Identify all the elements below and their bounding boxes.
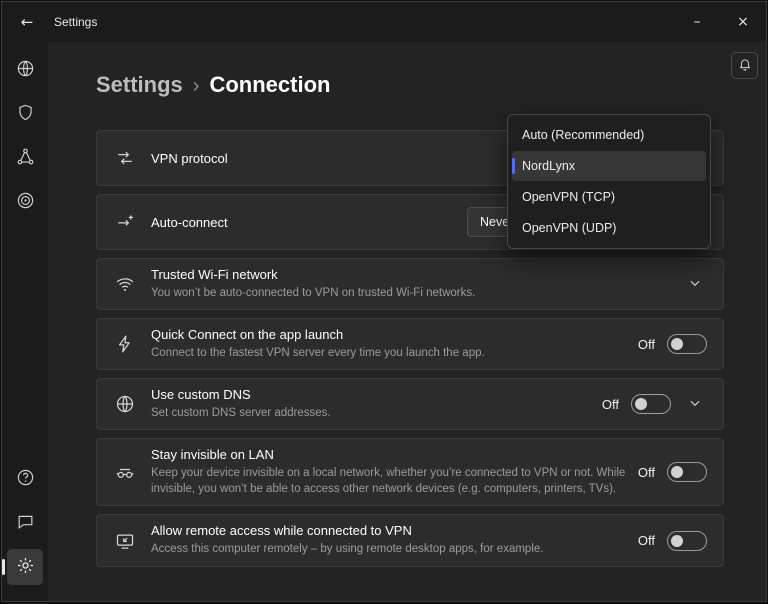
expand-custom-dns-button[interactable] [683, 392, 707, 416]
sidebar-item-threat-protection[interactable] [7, 96, 43, 132]
row-description: Connect to the fastest VPN server every … [151, 345, 626, 361]
dropdown-option-auto[interactable]: Auto (Recommended) [512, 120, 706, 150]
toggle-state-label: Off [638, 533, 655, 548]
breadcrumb-settings[interactable]: Settings [96, 72, 183, 98]
gear-icon [16, 556, 35, 578]
globe-icon [16, 59, 35, 81]
row-controls [683, 272, 707, 296]
row-controls: Off [638, 531, 707, 551]
sidebar-item-help[interactable] [7, 461, 43, 497]
row-title: Stay invisible on LAN [151, 447, 626, 462]
breadcrumb-separator-icon: › [193, 75, 200, 98]
custom-dns-toggle[interactable] [631, 394, 671, 414]
sidebar-item-dark-web-monitor[interactable] [7, 184, 43, 220]
minimize-button[interactable]: – [674, 2, 720, 42]
toggle-state-label: Off [638, 337, 655, 352]
page-title: Connection [209, 72, 330, 98]
row-title: Trusted Wi-Fi network [151, 267, 671, 282]
chevron-down-icon [688, 276, 702, 293]
toggle-state-label: Off [638, 465, 655, 480]
dropdown-option-nordlynx[interactable]: NordLynx [512, 151, 706, 181]
row-text: Allow remote access while connected to V… [151, 523, 638, 557]
sidebar-item-vpn[interactable] [7, 52, 43, 88]
row-text: Use custom DNS Set custom DNS server add… [151, 387, 602, 421]
row-title: Quick Connect on the app launch [151, 327, 626, 342]
row-remote-access: Allow remote access while connected to V… [96, 514, 724, 566]
row-trusted-wifi: Trusted Wi-Fi network You won’t be auto-… [96, 258, 724, 310]
row-custom-dns: Use custom DNS Set custom DNS server add… [96, 378, 724, 430]
row-text: Trusted Wi-Fi network You won’t be auto-… [151, 267, 683, 301]
chevron-down-icon [688, 396, 702, 413]
row-controls: Off [638, 334, 707, 354]
shield-icon [16, 103, 35, 125]
dropdown-option-openvpn-tcp[interactable]: OpenVPN (TCP) [512, 182, 706, 212]
toggle-knob [671, 466, 683, 478]
remote-access-toggle[interactable] [667, 531, 707, 551]
target-icon [16, 191, 35, 213]
toggle-knob [671, 338, 683, 350]
row-description: You won’t be auto-connected to VPN on tr… [151, 285, 671, 301]
meshnet-nodes-icon [16, 147, 35, 169]
toggle-state-label: Off [602, 397, 619, 412]
row-text: Quick Connect on the app launch Connect … [151, 327, 638, 361]
notifications-button[interactable] [731, 52, 758, 79]
feedback-icon [16, 512, 35, 534]
row-title: Use custom DNS [151, 387, 590, 402]
quick-connect-toggle[interactable] [667, 334, 707, 354]
dropdown-option-openvpn-udp[interactable]: OpenVPN (UDP) [512, 213, 706, 243]
protocol-arrows-icon [115, 148, 135, 168]
settings-window: ← Settings – × [1, 1, 767, 602]
row-description: Keep your device invisible on a local ne… [151, 465, 626, 497]
row-description: Access this computer remotely – by using… [151, 541, 626, 557]
expand-trusted-wifi-button[interactable] [683, 272, 707, 296]
remote-desktop-icon [115, 531, 135, 551]
back-button[interactable]: ← [10, 8, 44, 36]
bell-icon [738, 57, 752, 74]
auto-connect-icon [115, 212, 135, 232]
row-description: Set custom DNS server addresses. [151, 405, 590, 421]
sidebar-item-meshnet[interactable] [7, 140, 43, 176]
titlebar: ← Settings – × [2, 2, 766, 42]
sidebar-item-settings[interactable] [7, 549, 43, 585]
row-controls: Off [602, 392, 707, 416]
row-quick-connect: Quick Connect on the app launch Connect … [96, 318, 724, 370]
help-icon [16, 468, 35, 490]
toggle-knob [671, 535, 683, 547]
toggle-knob [635, 398, 647, 410]
lightning-icon [115, 334, 135, 354]
sidebar-item-feedback[interactable] [7, 505, 43, 541]
dns-globe-icon [115, 394, 135, 414]
row-controls: Off [638, 462, 707, 482]
row-invisible-lan: Stay invisible on LAN Keep your device i… [96, 438, 724, 506]
close-button[interactable]: × [720, 2, 766, 42]
row-text: Auto-connect [151, 215, 467, 230]
row-text: Stay invisible on LAN Keep your device i… [151, 447, 638, 497]
window-title: Settings [54, 15, 97, 29]
vpn-protocol-dropdown: Auto (Recommended) NordLynx OpenVPN (TCP… [507, 114, 711, 249]
breadcrumb: Settings › Connection [96, 72, 766, 98]
wifi-icon [115, 274, 135, 294]
row-title: Allow remote access while connected to V… [151, 523, 626, 538]
incognito-glasses-icon [115, 462, 135, 482]
invisible-lan-toggle[interactable] [667, 462, 707, 482]
sidebar [2, 42, 48, 601]
row-title: Auto-connect [151, 215, 455, 230]
